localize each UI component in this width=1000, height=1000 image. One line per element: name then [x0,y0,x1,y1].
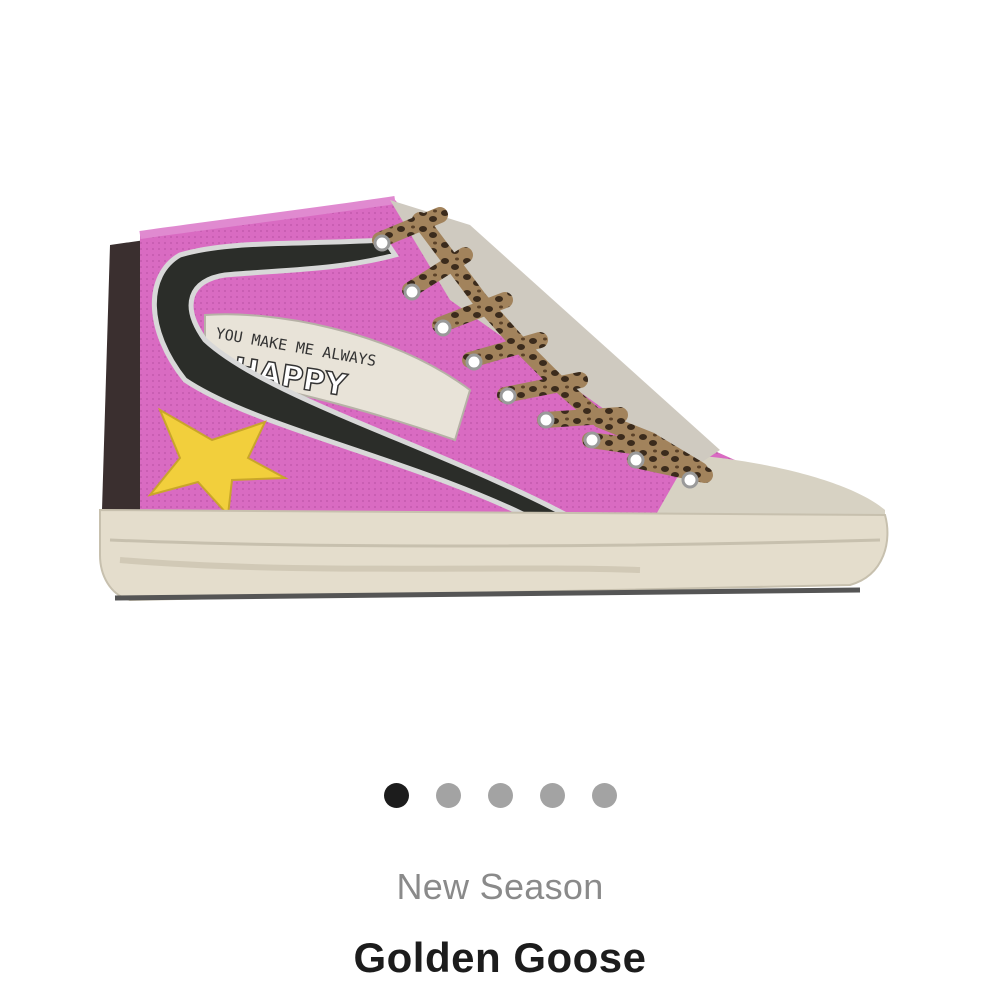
season-label: New Season [396,866,604,907]
carousel-indicator [0,782,1000,808]
heel-panel [102,240,145,510]
carousel-dot-2[interactable] [435,782,461,808]
carousel-dot-1[interactable] [383,782,409,808]
carousel-dot-3[interactable] [487,782,513,808]
sneaker-illustration: YOU MAKE ME ALWAYS HAPPY [99,196,889,602]
sole [99,508,889,602]
brand-name[interactable]: Golden Goose [0,934,1000,982]
product-image[interactable]: YOU MAKE ME ALWAYS HAPPY [0,0,1000,740]
carousel-dot-5[interactable] [591,782,617,808]
carousel-dot-4[interactable] [539,782,565,808]
